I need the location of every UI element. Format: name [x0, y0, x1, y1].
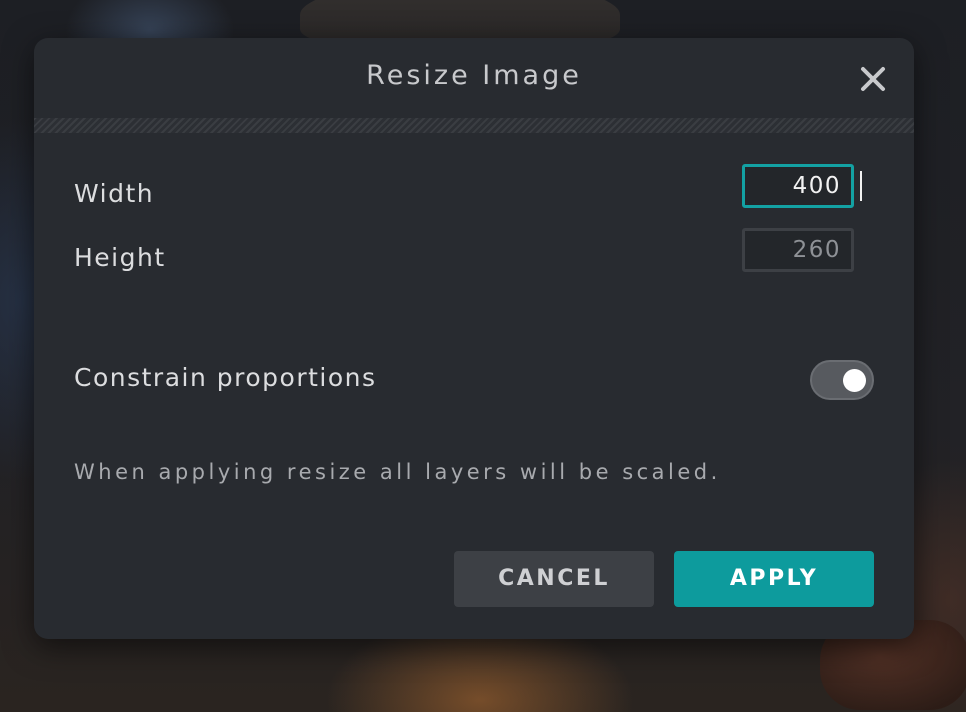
text-caret — [860, 171, 862, 201]
height-label: Height — [74, 243, 166, 272]
width-label: Width — [74, 179, 155, 208]
close-icon — [858, 64, 888, 94]
width-input[interactable] — [742, 164, 854, 208]
close-button[interactable] — [858, 64, 888, 94]
resize-note: When applying resize all layers will be … — [74, 460, 721, 484]
resize-image-dialog: Resize Image Width Height Constrain prop… — [34, 38, 914, 639]
apply-button[interactable]: APPLY — [674, 551, 874, 607]
cancel-button[interactable]: CANCEL — [454, 551, 654, 607]
height-input[interactable] — [742, 228, 854, 272]
constrain-proportions-label: Constrain proportions — [74, 363, 377, 392]
toggle-knob — [843, 369, 866, 392]
dialog-title: Resize Image — [366, 60, 582, 91]
title-divider — [34, 118, 914, 133]
constrain-proportions-toggle[interactable] — [810, 360, 874, 400]
